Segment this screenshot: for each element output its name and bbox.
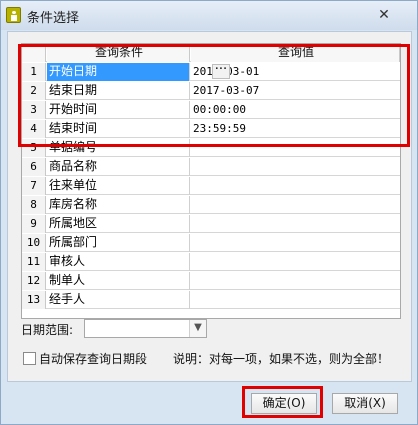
- row-number: 9: [22, 215, 46, 233]
- highlight-box-ok: [242, 386, 323, 418]
- value-cell[interactable]: [191, 177, 400, 195]
- row-number: 8: [22, 196, 46, 214]
- value-cell[interactable]: [191, 215, 400, 233]
- title-bar: 条件选择 ✕: [1, 1, 417, 30]
- row-number: 11: [22, 253, 46, 271]
- cancel-button[interactable]: 取消(X): [332, 393, 398, 414]
- date-range-dropdown[interactable]: ▼: [84, 319, 207, 338]
- table-row[interactable]: 12 制单人: [22, 272, 400, 290]
- condition-cell[interactable]: 制单人: [47, 272, 190, 290]
- row-number: 12: [22, 272, 46, 290]
- table-row[interactable]: 8 库房名称: [22, 196, 400, 214]
- value-cell[interactable]: [191, 158, 400, 176]
- highlight-box-date-rows: [18, 44, 410, 147]
- table-row[interactable]: 13 经手人: [22, 291, 400, 309]
- table-row[interactable]: 11 审核人: [22, 253, 400, 271]
- table-row[interactable]: 7 往来单位: [22, 177, 400, 195]
- condition-cell[interactable]: 库房名称: [47, 196, 190, 214]
- condition-cell[interactable]: 商品名称: [47, 158, 190, 176]
- dialog-window: 条件选择 ✕ 查询条件 查询值 1 开始日期 2017-03-01 ··· 2 …: [0, 0, 418, 425]
- table-row[interactable]: 6 商品名称: [22, 158, 400, 176]
- value-cell[interactable]: [191, 272, 400, 290]
- main-panel: 查询条件 查询值 1 开始日期 2017-03-01 ··· 2 结束日期 20…: [7, 31, 412, 382]
- condition-cell[interactable]: 所属部门: [47, 234, 190, 252]
- row-number: 13: [22, 291, 46, 309]
- close-button[interactable]: ✕: [372, 6, 396, 25]
- row-number: 6: [22, 158, 46, 176]
- chevron-down-icon[interactable]: ▼: [189, 320, 206, 337]
- app-icon: [6, 7, 21, 23]
- note-text: 说明：对每一项，如果不选，则为全部！: [173, 352, 390, 366]
- table-row[interactable]: 9 所属地区: [22, 215, 400, 233]
- date-range-label: 日期范围:: [21, 323, 74, 337]
- value-cell[interactable]: [191, 196, 400, 214]
- value-cell[interactable]: [191, 253, 400, 271]
- condition-cell[interactable]: 经手人: [47, 291, 190, 309]
- auto-save-checkbox[interactable]: [23, 352, 36, 365]
- table-row[interactable]: 10 所属部门: [22, 234, 400, 252]
- row-number: 10: [22, 234, 46, 252]
- auto-save-label[interactable]: 自动保存查询日期段: [39, 350, 147, 367]
- value-cell[interactable]: [191, 291, 400, 309]
- condition-cell[interactable]: 往来单位: [47, 177, 190, 195]
- row-number: 7: [22, 177, 46, 195]
- value-cell[interactable]: [191, 234, 400, 252]
- condition-cell[interactable]: 所属地区: [47, 215, 190, 233]
- dialog-title: 条件选择: [27, 11, 80, 26]
- condition-cell[interactable]: 审核人: [47, 253, 190, 271]
